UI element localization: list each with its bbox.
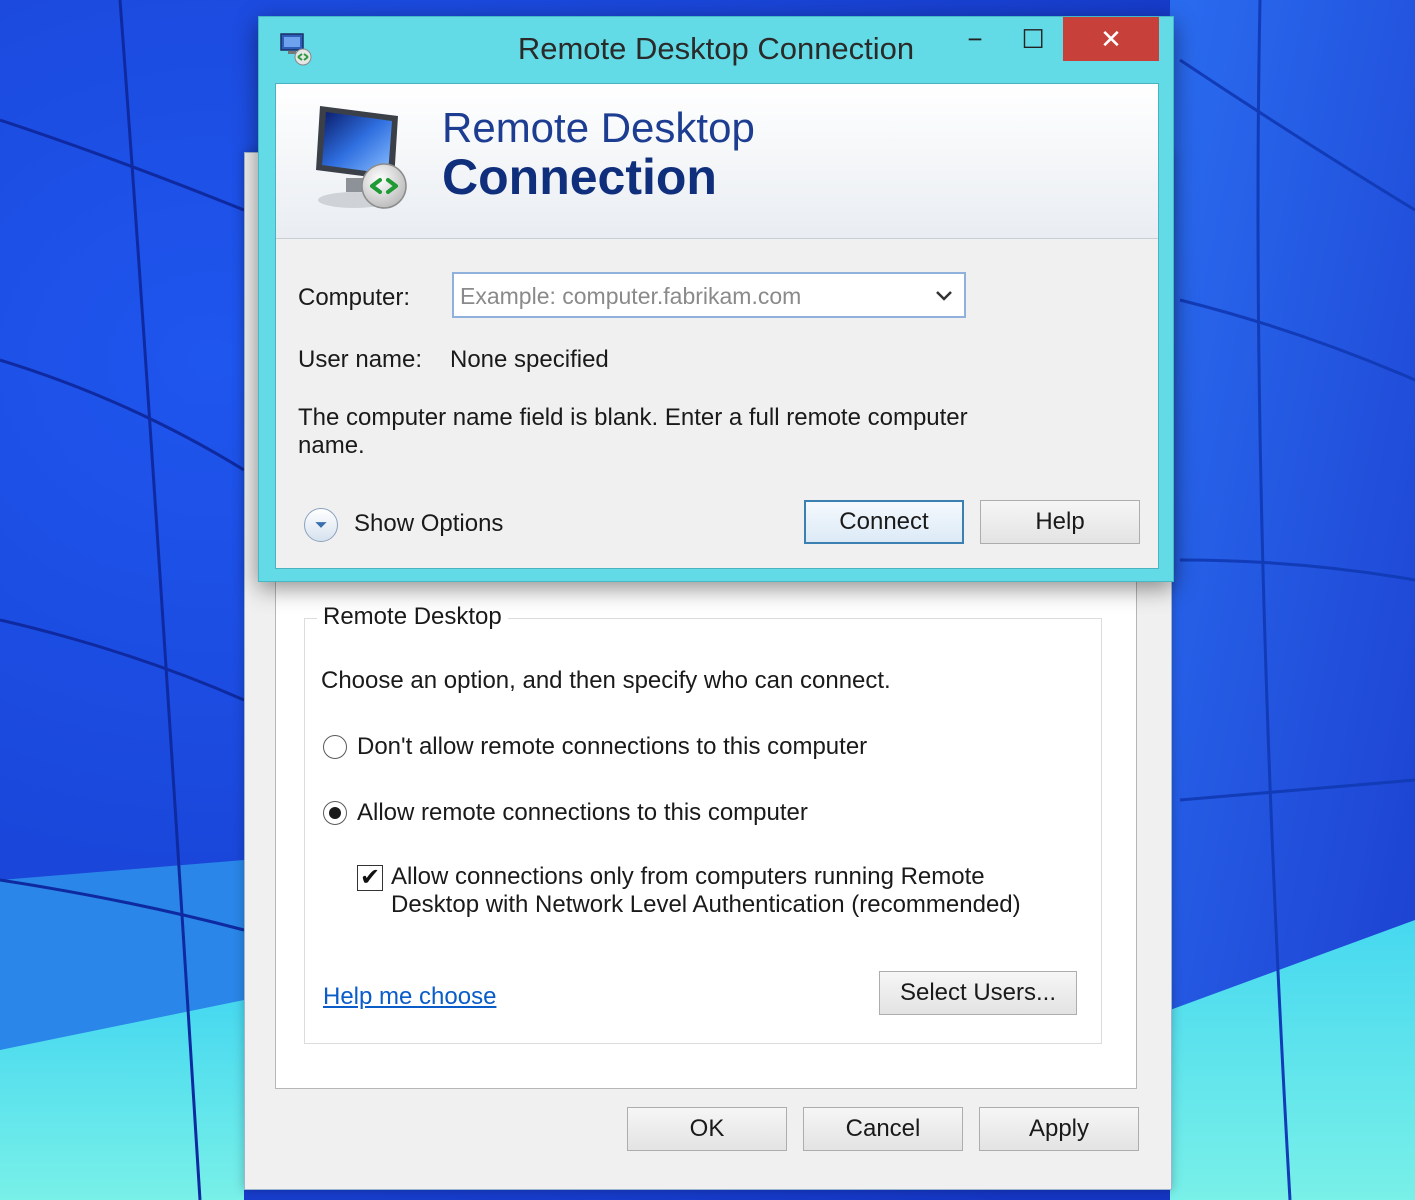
username-value: None specified [450, 346, 609, 373]
nla-label-line2[interactable]: Desktop with Network Level Authenticatio… [391, 891, 1021, 919]
dont-allow-radio[interactable] [323, 735, 347, 759]
maximize-button[interactable]: ☐ [1005, 17, 1061, 61]
rdc-banner: Remote Desktop Connection [276, 84, 1158, 239]
rdc-client-area: Remote Desktop Connection Computer: User… [275, 83, 1159, 569]
ok-button[interactable]: OK [627, 1107, 787, 1151]
remote-desktop-groupbox: Remote Desktop Choose an option, and the… [304, 603, 1102, 1044]
banner-title-line2: Connection [442, 149, 717, 205]
show-options-expand-icon[interactable] [304, 508, 338, 542]
show-options-label[interactable]: Show Options [354, 510, 503, 538]
dont-allow-label[interactable]: Don't allow remote connections to this c… [357, 733, 867, 761]
computer-label: Computer: [298, 284, 411, 311]
chevron-down-icon[interactable] [930, 280, 958, 310]
close-button[interactable]: ✕ [1063, 17, 1159, 61]
maximize-icon: ☐ [1021, 23, 1045, 54]
cancel-button[interactable]: Cancel [803, 1107, 963, 1151]
computer-input[interactable] [458, 276, 932, 316]
select-users-button[interactable]: Select Users... [879, 971, 1077, 1015]
chevron-down-circle-icon [315, 522, 327, 528]
close-icon: ✕ [1100, 23, 1122, 54]
check-mark-icon: ✔ [359, 864, 381, 891]
allow-label[interactable]: Allow remote connections to this compute… [357, 799, 808, 827]
message-line2: name. [298, 432, 365, 459]
monitor-connection-icon [316, 106, 407, 209]
minimize-button[interactable]: − [947, 17, 1003, 61]
apply-button[interactable]: Apply [979, 1107, 1139, 1151]
groupbox-title: Remote Desktop [317, 603, 508, 631]
minimize-icon: − [967, 23, 983, 54]
message-line1: The computer name field is blank. Enter … [298, 404, 968, 431]
nla-checkbox[interactable]: ✔ [357, 865, 383, 891]
allow-radio[interactable] [323, 801, 347, 825]
banner-title-line1: Remote Desktop [442, 104, 755, 151]
help-button[interactable]: Help [980, 500, 1140, 544]
nla-label-line1[interactable]: Allow connections only from computers ru… [391, 863, 985, 891]
remote-tab-panel: Remote Desktop Choose an option, and the… [275, 571, 1137, 1089]
instruction-text: Choose an option, and then specify who c… [321, 667, 891, 694]
help-me-choose-link[interactable]: Help me choose [323, 983, 496, 1011]
connect-button[interactable]: Connect [804, 500, 964, 544]
title-bar[interactable]: Remote Desktop Connection − ☐ ✕ [259, 17, 1173, 83]
username-label: User name: [298, 346, 423, 373]
remote-desktop-connection-window: Remote Desktop Connection − ☐ ✕ Remote D… [258, 16, 1174, 582]
radio-selected-dot [329, 807, 341, 819]
computer-combobox[interactable] [452, 272, 966, 318]
